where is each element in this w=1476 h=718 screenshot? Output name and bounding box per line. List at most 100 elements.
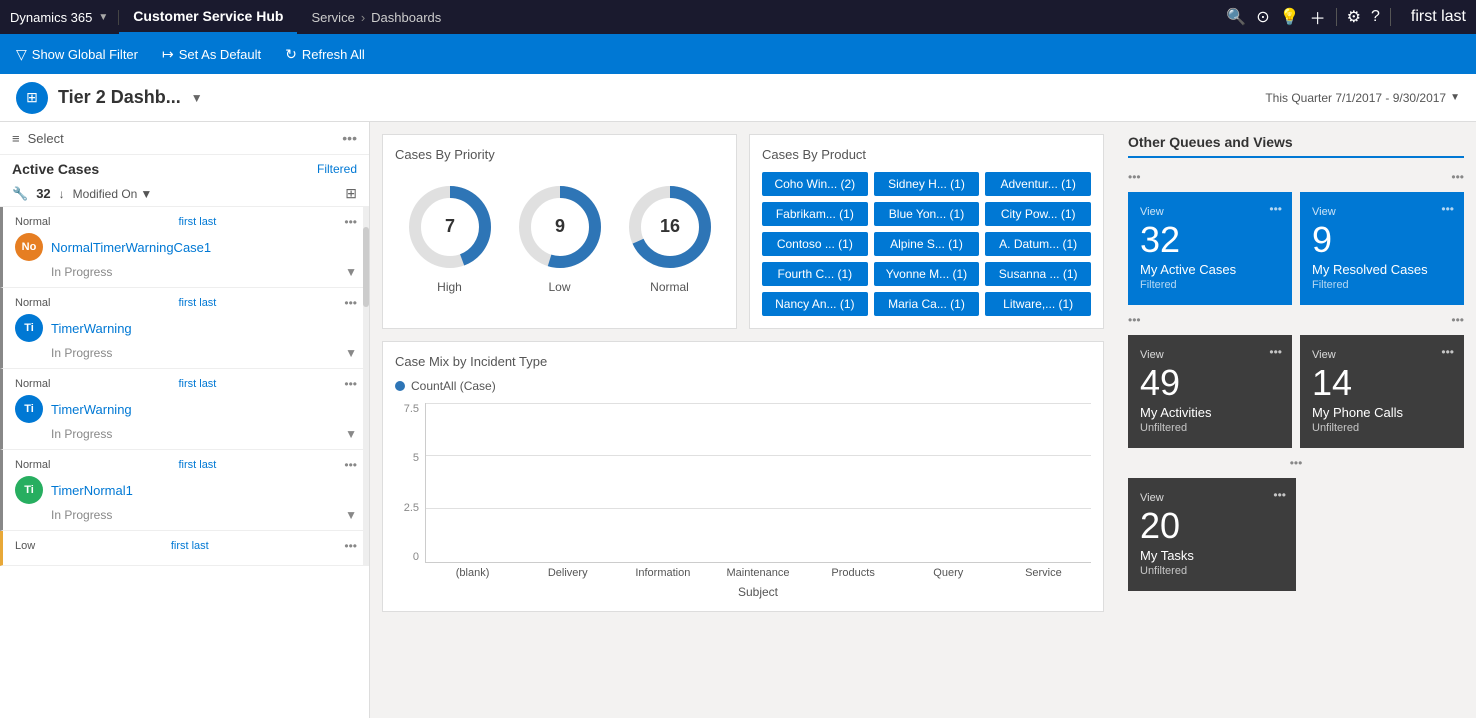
activities-label: My Activities [1140, 405, 1212, 420]
product-tag[interactable]: Maria Ca... (1) [874, 292, 980, 316]
case-name[interactable]: TimerWarning [51, 402, 132, 417]
case-more-icon[interactable]: ••• [344, 377, 357, 391]
app-name[interactable]: Customer Service Hub [119, 0, 297, 34]
donut-low: 9 Low [515, 182, 605, 294]
product-tag[interactable]: Adventur... (1) [985, 172, 1091, 196]
settings-icon[interactable]: ⚙ [1347, 7, 1361, 27]
x-axis-title: Subject [425, 585, 1091, 599]
product-tag[interactable]: A. Datum... (1) [985, 232, 1091, 256]
tasks-number: 20 [1140, 508, 1180, 544]
active-cases-label: My Active Cases [1140, 262, 1236, 277]
my-phone-calls-card[interactable]: View ••• 14 My Phone Calls Unfiltered [1300, 335, 1464, 448]
expand-icon[interactable]: ▼ [345, 427, 357, 441]
select-control[interactable]: ≡ Select [12, 131, 64, 146]
refresh-all-button[interactable]: ↻ Refresh All [285, 46, 365, 63]
date-range-chevron-icon[interactable]: ▼ [1450, 92, 1460, 103]
case-item[interactable]: Low first last ••• [0, 531, 369, 566]
product-tag[interactable]: Litware,... (1) [985, 292, 1091, 316]
title-chevron-icon[interactable]: ▼ [191, 91, 203, 105]
info-icon[interactable]: 💡 [1280, 7, 1300, 27]
case-status-text: In Progress [15, 346, 112, 360]
resolved-cases-number: 9 [1312, 222, 1332, 258]
case-item[interactable]: Normal first last ••• Ti TimerWarning In… [0, 288, 369, 369]
more-options-icon[interactable]: ••• [342, 130, 357, 146]
card-more-icon[interactable]: ••• [1269, 345, 1282, 359]
queue-dots-row3: ••• [1128, 456, 1464, 470]
my-resolved-cases-card[interactable]: View ••• 9 My Resolved Cases Filtered [1300, 192, 1464, 305]
case-priority: Low [15, 540, 35, 552]
more-dots[interactable]: ••• [1128, 313, 1141, 327]
product-tag[interactable]: Fabrikam... (1) [762, 202, 868, 226]
donut-normal: 16 Normal [625, 182, 715, 294]
more-dots[interactable]: ••• [1451, 313, 1464, 327]
card-more-icon[interactable]: ••• [1441, 202, 1454, 216]
grid-view-icon[interactable]: ⊞ [345, 185, 357, 202]
avatar: Ti [15, 395, 43, 423]
case-name[interactable]: NormalTimerWarningCase1 [51, 240, 211, 255]
product-tag[interactable]: Nancy An... (1) [762, 292, 868, 316]
x-label: Information [615, 567, 710, 579]
brand-chevron-icon[interactable]: ▼ [98, 12, 108, 23]
case-owner: first last [178, 216, 216, 228]
my-tasks-card[interactable]: View ••• 20 My Tasks Unfiltered [1128, 478, 1296, 591]
product-tag[interactable]: Alpine S... (1) [874, 232, 980, 256]
case-priority: Normal [15, 378, 50, 390]
card-more-icon[interactable]: ••• [1269, 202, 1282, 216]
expand-icon[interactable]: ▼ [345, 346, 357, 360]
case-more-icon[interactable]: ••• [344, 215, 357, 229]
case-owner: first last [178, 297, 216, 309]
case-status: In Progress ▼ [15, 265, 357, 279]
add-icon[interactable]: ＋ [1310, 5, 1326, 29]
expand-icon[interactable]: ▼ [345, 508, 357, 522]
help-icon[interactable]: ? [1371, 8, 1380, 26]
view-label: View [1312, 349, 1336, 361]
card-more-icon[interactable]: ••• [1441, 345, 1454, 359]
search-icon[interactable]: 🔍 [1226, 7, 1246, 27]
case-name[interactable]: TimerNormal1 [51, 483, 133, 498]
select-label: Select [28, 131, 64, 146]
top-nav: Dynamics 365 ▼ Customer Service Hub Serv… [0, 0, 1476, 34]
my-activities-card[interactable]: View ••• 49 My Activities Unfiltered [1128, 335, 1292, 448]
product-tag[interactable]: Susanna ... (1) [985, 262, 1091, 286]
card-more-icon[interactable]: ••• [1273, 488, 1286, 502]
case-item[interactable]: Normal first last ••• No NormalTimerWarn… [0, 207, 369, 288]
show-global-filter-button[interactable]: ▽ Show Global Filter [16, 46, 138, 63]
svg-text:7: 7 [444, 216, 454, 236]
breadcrumb-service[interactable]: Service [311, 10, 354, 25]
case-more-icon[interactable]: ••• [344, 296, 357, 310]
expand-icon[interactable]: ▼ [345, 265, 357, 279]
page-title: Tier 2 Dashb... [58, 87, 181, 108]
more-dots[interactable]: ••• [1128, 170, 1141, 184]
case-item[interactable]: Normal first last ••• Ti TimerWarning In… [0, 369, 369, 450]
active-cases-number: 32 [1140, 222, 1180, 258]
right-panel: Other Queues and Views ••• ••• View ••• … [1116, 122, 1476, 718]
case-more-icon[interactable]: ••• [344, 539, 357, 553]
user-name[interactable]: first last [1401, 8, 1466, 26]
more-dots[interactable]: ••• [1451, 170, 1464, 184]
more-dots[interactable]: ••• [1290, 456, 1303, 470]
product-tag[interactable]: Sidney H... (1) [874, 172, 980, 196]
product-tag[interactable]: Blue Yon... (1) [874, 202, 980, 226]
product-tag[interactable]: Contoso ... (1) [762, 232, 868, 256]
case-more-icon[interactable]: ••• [344, 458, 357, 472]
my-active-cases-card[interactable]: View ••• 32 My Active Cases Filtered [1128, 192, 1292, 305]
case-item[interactable]: Normal first last ••• Ti TimerNormal1 In… [0, 450, 369, 531]
x-label: (blank) [425, 567, 520, 579]
product-tag[interactable]: Fourth C... (1) [762, 262, 868, 286]
y-label: 7.5 [395, 403, 419, 415]
dynamics365-brand[interactable]: Dynamics 365 ▼ [10, 10, 119, 25]
recent-icon[interactable]: ⊙ [1256, 7, 1269, 27]
donut-normal-label: Normal [650, 280, 689, 294]
product-grid: Coho Win... (2) Sidney H... (1) Adventur… [762, 172, 1091, 316]
toolbar: ▽ Show Global Filter ↦ Set As Default ↻ … [0, 34, 1476, 74]
case-name[interactable]: TimerWarning [51, 321, 132, 336]
set-as-default-label: Set As Default [179, 47, 261, 62]
product-tag[interactable]: Yvonne M... (1) [874, 262, 980, 286]
product-tag[interactable]: City Pow... (1) [985, 202, 1091, 226]
set-as-default-button[interactable]: ↦ Set As Default [162, 46, 261, 63]
breadcrumb-dashboards[interactable]: Dashboards [371, 10, 441, 25]
x-label: Products [806, 567, 901, 579]
sort-field[interactable]: Modified On ▼ [73, 187, 153, 201]
product-tag[interactable]: Coho Win... (2) [762, 172, 868, 196]
active-cases-title: Active Cases [12, 161, 99, 177]
